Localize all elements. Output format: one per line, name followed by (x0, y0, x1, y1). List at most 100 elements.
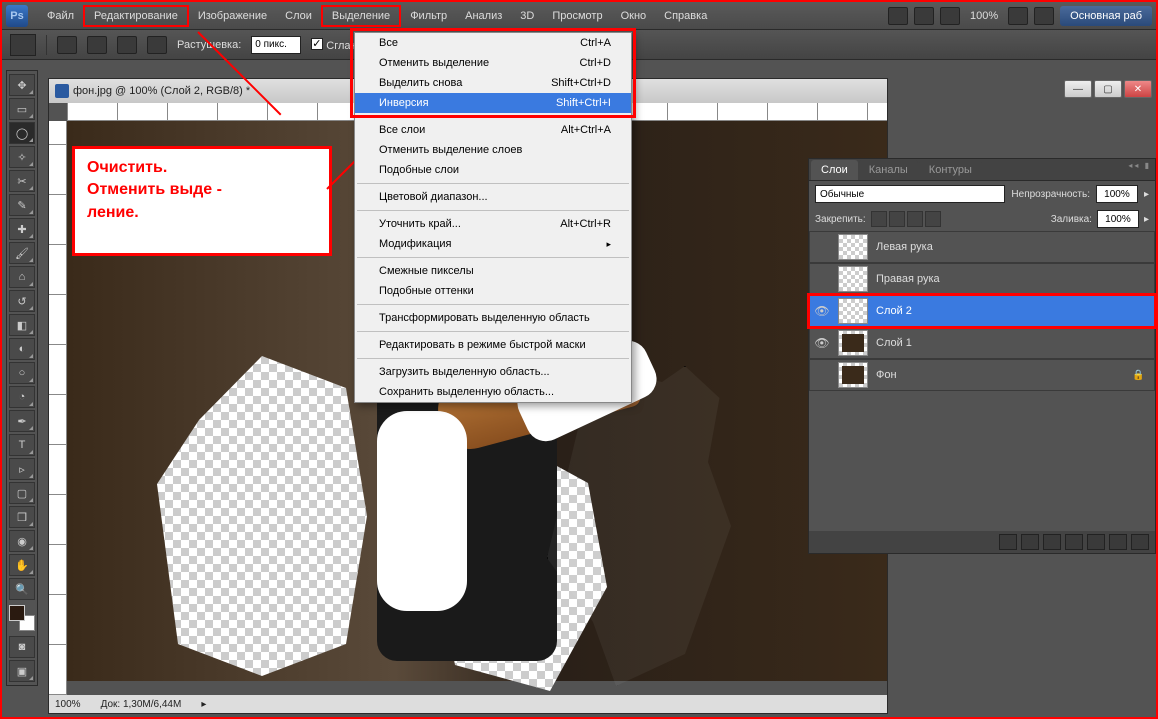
zoom-display[interactable]: 100% (966, 10, 1002, 22)
menu-analysis[interactable]: Анализ (456, 7, 511, 25)
path-tool[interactable]: ▹ (9, 458, 35, 480)
menu-item-сохранитьвыделеннуюобласть[interactable]: Сохранить выделенную область... (355, 382, 631, 402)
chevron-right-icon[interactable]: ▸ (201, 699, 206, 710)
menu-item-отменитьвыделениеслоев[interactable]: Отменить выделение слоев (355, 140, 631, 160)
adjustment-icon[interactable] (1065, 534, 1083, 550)
ruler-vertical[interactable] (49, 121, 67, 695)
menu-item-инверсия[interactable]: ИнверсияShift+Ctrl+I (355, 93, 631, 113)
menu-select[interactable]: Выделение (321, 5, 401, 27)
tab-channels[interactable]: Каналы (859, 160, 918, 180)
3d-tool[interactable]: ❒ (9, 506, 35, 528)
selection-intersect-icon[interactable] (147, 36, 167, 54)
close-button[interactable]: ✕ (1124, 80, 1152, 98)
menu-file[interactable]: Файл (38, 7, 83, 25)
menu-item-подобныеслои[interactable]: Подобные слои (355, 160, 631, 180)
tab-layers[interactable]: Слои (811, 160, 858, 180)
menu-item-уточнитькрай[interactable]: Уточнить край...Alt+Ctrl+R (355, 214, 631, 234)
menu-item-модификация[interactable]: Модификация (355, 234, 631, 254)
lock-position-icon[interactable] (907, 211, 923, 227)
menu-layers[interactable]: Слои (276, 7, 321, 25)
heal-tool[interactable]: ✚ (9, 218, 35, 240)
layer-row[interactable]: 👁Слой 2 (809, 295, 1155, 327)
hand-tool[interactable]: ✋ (9, 554, 35, 576)
panel-grip-icon[interactable]: ◂◂ ▮ (1128, 161, 1151, 170)
layer-thumbnail[interactable] (838, 234, 868, 260)
layer-name[interactable]: Фон (872, 369, 1132, 381)
maximize-button[interactable]: ▢ (1094, 80, 1122, 98)
layer-row[interactable]: Правая рука (809, 263, 1155, 295)
gradient-tool[interactable]: ◐ (9, 338, 35, 360)
mb-icon[interactable] (914, 7, 934, 25)
lock-transparency-icon[interactable] (871, 211, 887, 227)
layer-thumbnail[interactable] (838, 266, 868, 292)
move-tool[interactable]: ✥ (9, 74, 35, 96)
menu-item-смежныепикселы[interactable]: Смежные пикселы (355, 261, 631, 281)
status-zoom[interactable]: 100% (55, 699, 81, 710)
wand-tool[interactable]: ✧ (9, 146, 35, 168)
layer-row[interactable]: Фон🔒 (809, 359, 1155, 391)
zoom-tool[interactable]: 🔍 (9, 578, 35, 600)
view-extras-icon[interactable] (940, 7, 960, 25)
selection-new-icon[interactable] (57, 36, 77, 54)
menu-window[interactable]: Окно (612, 7, 656, 25)
tab-paths[interactable]: Контуры (919, 160, 982, 180)
3d-camera-tool[interactable]: ◉ (9, 530, 35, 552)
layer-thumbnail[interactable] (838, 298, 868, 324)
minimize-button[interactable]: — (1064, 80, 1092, 98)
menu-edit[interactable]: Редактирование (83, 5, 189, 27)
link-layers-icon[interactable] (999, 534, 1017, 550)
layer-thumbnail[interactable] (838, 362, 868, 388)
foreground-color[interactable] (9, 605, 25, 621)
type-tool[interactable]: T (9, 434, 35, 456)
layer-name[interactable]: Правая рука (872, 273, 1154, 285)
stamp-tool[interactable]: ⌂ (9, 266, 35, 288)
menu-image[interactable]: Изображение (189, 7, 276, 25)
layer-row[interactable]: Левая рука (809, 231, 1155, 263)
pen-tool[interactable]: ✒ (9, 410, 35, 432)
new-layer-icon[interactable] (1109, 534, 1127, 550)
menu-help[interactable]: Справка (655, 7, 716, 25)
menu-filter[interactable]: Фильтр (401, 7, 456, 25)
menu-item-все[interactable]: ВсеCtrl+A (355, 33, 631, 53)
opacity-input[interactable] (1096, 185, 1138, 203)
lock-pixels-icon[interactable] (889, 211, 905, 227)
menu-item-выделитьснова[interactable]: Выделить сноваShift+Ctrl+D (355, 73, 631, 93)
bridge-icon[interactable] (888, 7, 908, 25)
marquee-tool[interactable]: ▭ (9, 98, 35, 120)
current-tool-icon[interactable] (10, 34, 36, 56)
color-swatches[interactable] (9, 605, 35, 631)
blur-tool[interactable]: ○ (9, 362, 35, 384)
lock-all-icon[interactable] (925, 211, 941, 227)
group-icon[interactable] (1087, 534, 1105, 550)
feather-input[interactable] (251, 36, 301, 54)
chevron-right-icon[interactable]: ▸ (1144, 214, 1149, 225)
menu-item-редактироватьврежимебыстроймаски[interactable]: Редактировать в режиме быстрой маски (355, 335, 631, 355)
visibility-eye-icon[interactable]: 👁 (810, 304, 834, 318)
dodge-tool[interactable]: ◔ (9, 386, 35, 408)
visibility-eye-icon[interactable]: 👁 (810, 336, 834, 350)
layer-name[interactable]: Левая рука (872, 241, 1154, 253)
quickmask-tool[interactable]: ◙ (9, 636, 35, 658)
lasso-tool[interactable]: ◯ (9, 122, 35, 144)
menu-item-подобныеоттенки[interactable]: Подобные оттенки (355, 281, 631, 301)
shape-tool[interactable]: ▢ (9, 482, 35, 504)
chevron-right-icon[interactable]: ▸ (1144, 189, 1149, 200)
layer-row[interactable]: 👁 Слой 1 (809, 327, 1155, 359)
eraser-tool[interactable]: ◧ (9, 314, 35, 336)
screenmode-tool[interactable]: ▣ (9, 660, 35, 682)
delete-layer-icon[interactable] (1131, 534, 1149, 550)
crop-tool[interactable]: ✂ (9, 170, 35, 192)
fx-icon[interactable] (1021, 534, 1039, 550)
layer-thumbnail[interactable] (838, 330, 868, 356)
layer-name[interactable]: Слой 1 (872, 337, 1154, 349)
fill-input[interactable] (1097, 210, 1139, 228)
menu-item-трансформироватьвыделеннуюобласть[interactable]: Трансформировать выделенную область (355, 308, 631, 328)
history-brush-tool[interactable]: ↺ (9, 290, 35, 312)
screen-mode-icon[interactable] (1034, 7, 1054, 25)
menu-item-цветовойдиапазон[interactable]: Цветовой диапазон... (355, 187, 631, 207)
eyedropper-tool[interactable]: ✎ (9, 194, 35, 216)
arrange-icon[interactable] (1008, 7, 1028, 25)
selection-add-icon[interactable] (87, 36, 107, 54)
menu-view[interactable]: Просмотр (543, 7, 611, 25)
menu-item-всеслои[interactable]: Все слоиAlt+Ctrl+A (355, 120, 631, 140)
